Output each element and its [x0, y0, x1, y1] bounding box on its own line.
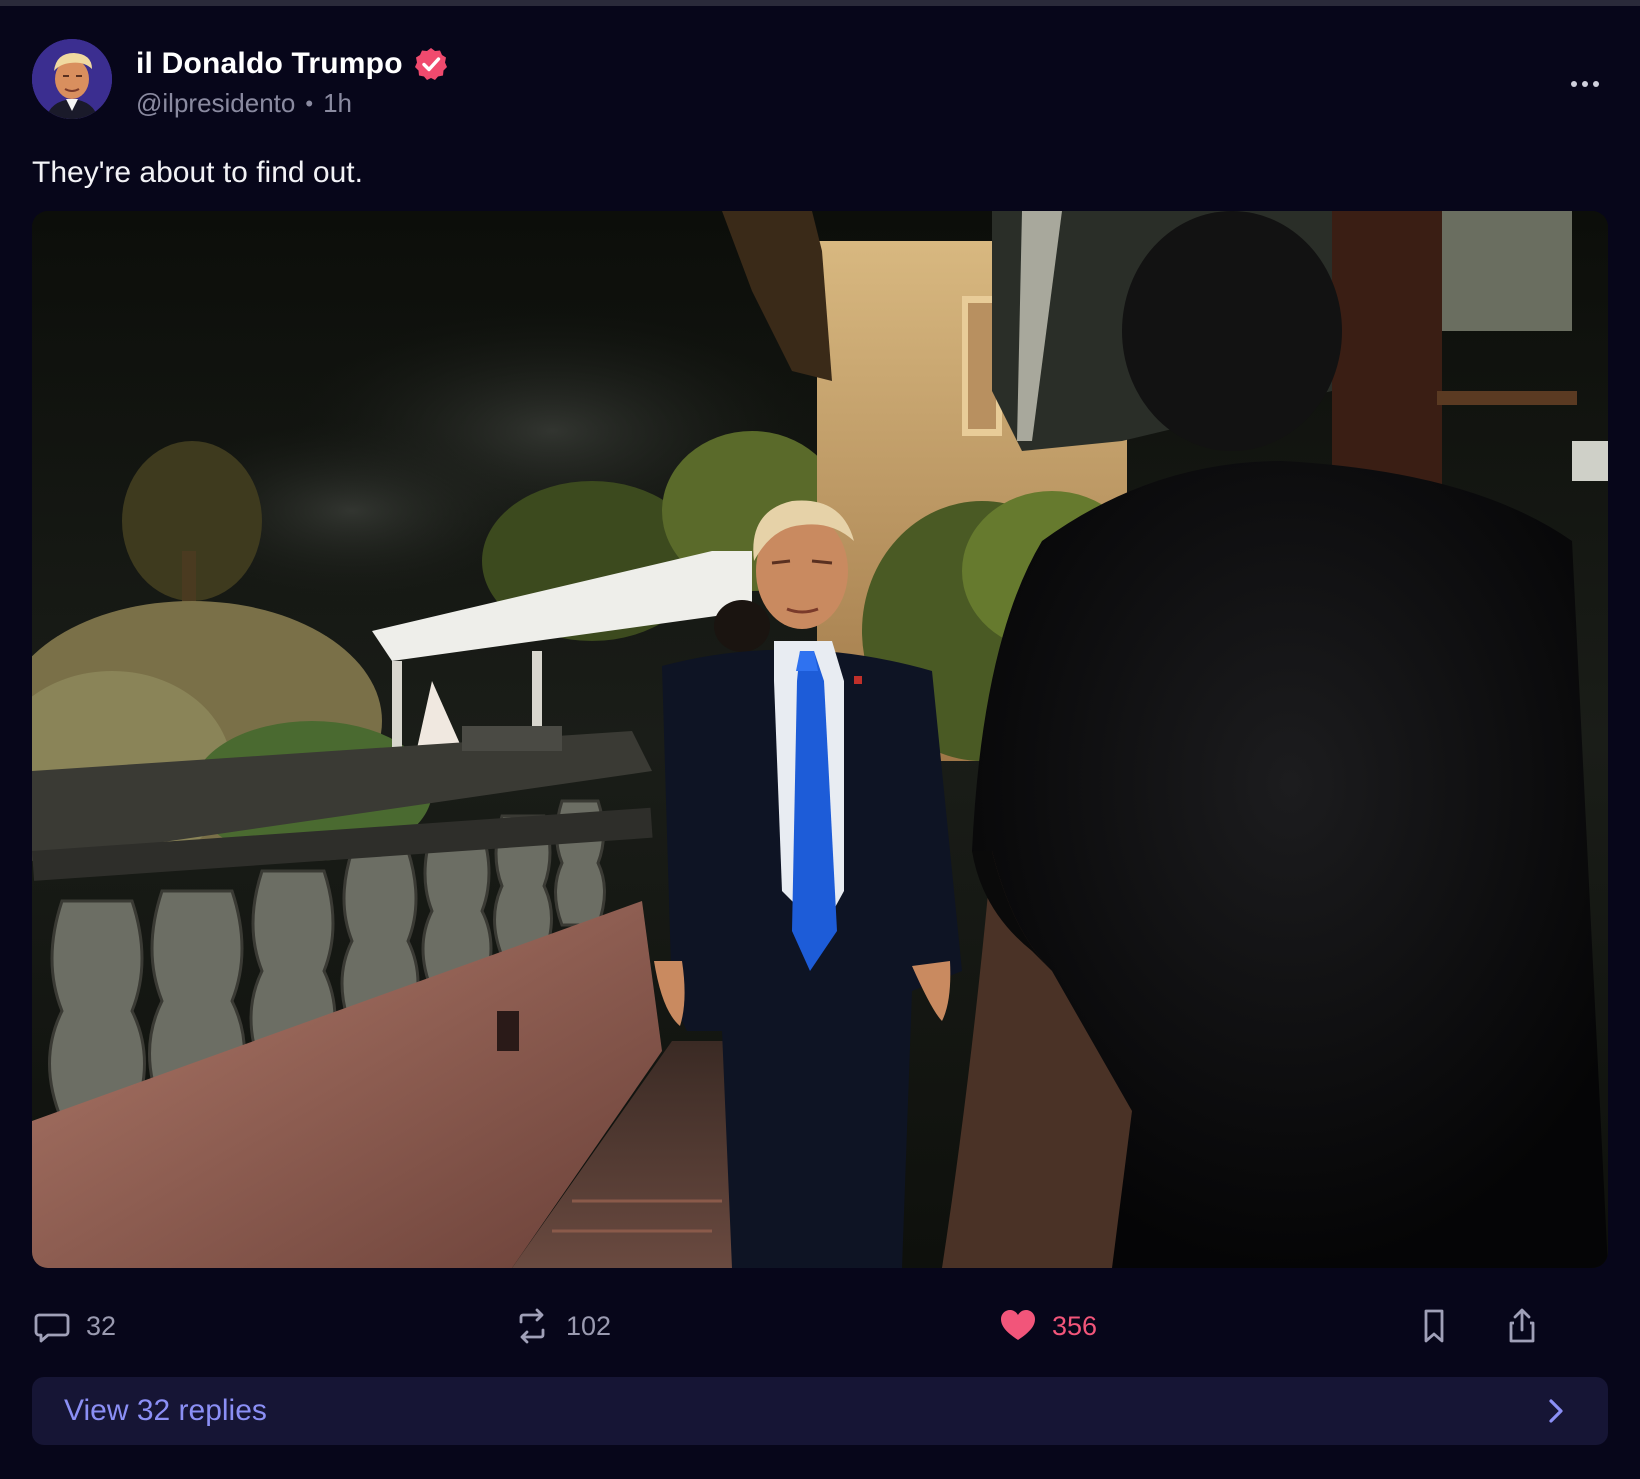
reply-count: 32 — [86, 1310, 117, 1341]
post-text: They're about to find out. — [32, 156, 363, 189]
share-button[interactable] — [1502, 1301, 1542, 1351]
action-bar: 32 102 356 — [32, 1301, 1608, 1351]
more-dot — [1571, 81, 1577, 87]
author-display-name[interactable]: il Donaldo Trumpo — [136, 47, 403, 81]
chevron-right-icon — [1549, 1399, 1563, 1423]
post-card: il Donaldo Trumpo @ilpresidento • 1h The… — [0, 6, 1640, 1479]
repost-count: 102 — [566, 1310, 612, 1341]
repost-button[interactable]: 102 — [512, 1301, 611, 1351]
more-dot — [1593, 81, 1599, 87]
more-dot — [1582, 81, 1588, 87]
meta-separator: • — [305, 90, 314, 116]
share-icon — [1509, 1308, 1535, 1343]
bookmark-button[interactable] — [1414, 1301, 1454, 1351]
more-options-button[interactable] — [1560, 64, 1610, 104]
photo-night-terrace — [32, 211, 1608, 1268]
author-avatar[interactable] — [32, 39, 112, 119]
comment-icon — [34, 1313, 70, 1343]
verified-badge-icon — [414, 48, 447, 80]
avatar-photo — [32, 39, 112, 119]
like-count: 356 — [1052, 1310, 1098, 1341]
like-button[interactable]: 356 — [998, 1301, 1097, 1351]
heart-icon — [1001, 1310, 1035, 1340]
post-timestamp[interactable]: 1h — [323, 88, 352, 119]
author-handle[interactable]: @ilpresidento — [136, 88, 295, 119]
view-replies-button[interactable]: View 32 replies — [32, 1377, 1608, 1445]
repost-icon — [519, 1308, 545, 1344]
reply-button[interactable]: 32 — [32, 1301, 116, 1351]
bookmark-icon — [1424, 1309, 1444, 1343]
view-replies-label: View 32 replies — [64, 1394, 267, 1427]
post-image[interactable] — [32, 211, 1608, 1268]
